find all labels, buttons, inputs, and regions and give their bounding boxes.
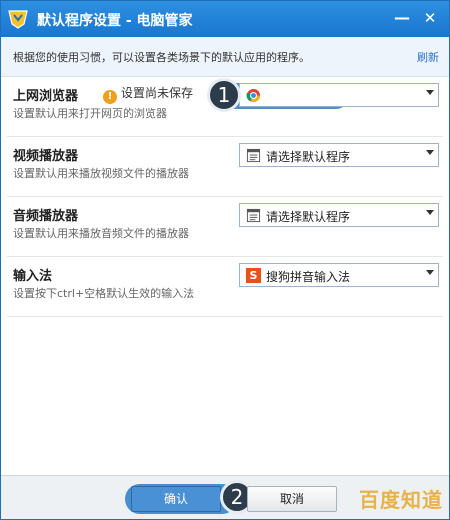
row-description: 设置默认用来打开网页的浏览器 <box>13 107 167 120</box>
chrome-icon <box>246 88 261 103</box>
window-title: 默认程序设置 - 电脑管家 <box>37 13 193 29</box>
row-input-method: 输入法 设置按下ctrl+空格默认生效的输入法 S 搜狗拼音输入法 <box>7 257 443 317</box>
warning-text: 设置尚未保存 <box>121 86 194 100</box>
row-title: 音频播放器 <box>13 209 79 224</box>
refresh-link[interactable]: 刷新 <box>417 49 439 65</box>
row-title: 输入法 <box>13 269 53 284</box>
default-programs-window: 默认程序设置 - 电脑管家 — ✕ 根据您的使用习惯，可以设置各类场景下的默认应… <box>0 0 450 520</box>
row-description: 设置默认用来播放音频文件的播放器 <box>13 227 189 240</box>
input-method-select[interactable]: S 搜狗拼音输入法 <box>239 263 439 287</box>
select-value: 谷歌浏览器 <box>266 90 327 104</box>
info-bar: 根据您的使用习惯，可以设置各类场景下的默认应用的程序。 刷新 <box>1 37 449 77</box>
chevron-down-icon <box>426 210 434 215</box>
chevron-down-icon <box>426 90 434 95</box>
sogou-icon: S <box>246 268 261 283</box>
video-player-select[interactable]: 请选择默认程序 <box>239 143 439 167</box>
row-video-player: 视频播放器 设置默认用来播放视频文件的播放器 请选择默认程序 <box>7 137 443 197</box>
info-text: 根据您的使用习惯，可以设置各类场景下的默认应用的程序。 <box>13 51 310 64</box>
audio-player-select[interactable]: 请选择默认程序 <box>239 203 439 227</box>
title-bar: 默认程序设置 - 电脑管家 — ✕ <box>1 1 449 37</box>
close-button[interactable]: ✕ <box>419 7 441 29</box>
cancel-button[interactable]: 取消 <box>247 486 337 512</box>
unsaved-warning: ! 设置尚未保存 <box>103 84 193 104</box>
row-browser: 上网浏览器 ! 设置尚未保存 设置默认用来打开网页的浏览器 谷歌浏览器 1 <box>7 77 443 137</box>
row-description: 设置默认用来播放视频文件的播放器 <box>13 167 189 180</box>
browser-select[interactable]: 谷歌浏览器 <box>239 83 439 107</box>
row-title: 上网浏览器 <box>13 89 79 104</box>
chevron-down-icon <box>426 150 434 155</box>
footer-bar: 确认 2 取消 百度知道 <box>1 475 449 519</box>
pc-manager-logo-icon <box>8 10 28 29</box>
select-value: 请选择默认程序 <box>266 210 351 224</box>
warning-icon: ! <box>103 90 117 104</box>
select-value: 搜狗拼音输入法 <box>266 270 351 284</box>
row-description: 设置按下ctrl+空格默认生效的输入法 <box>13 287 195 300</box>
program-icon <box>246 148 261 163</box>
row-audio-player: 音频播放器 设置默认用来播放音频文件的播放器 请选择默认程序 <box>7 197 443 257</box>
program-icon <box>246 208 261 223</box>
select-value: 请选择默认程序 <box>266 150 351 164</box>
ok-button[interactable]: 确认 <box>131 486 221 512</box>
row-title: 视频播放器 <box>13 149 79 164</box>
baidu-zhidao-watermark: 百度知道 <box>359 488 443 512</box>
chevron-down-icon <box>426 270 434 275</box>
minimize-button[interactable]: — <box>391 7 413 29</box>
step-1-badge: 1 <box>207 78 241 112</box>
